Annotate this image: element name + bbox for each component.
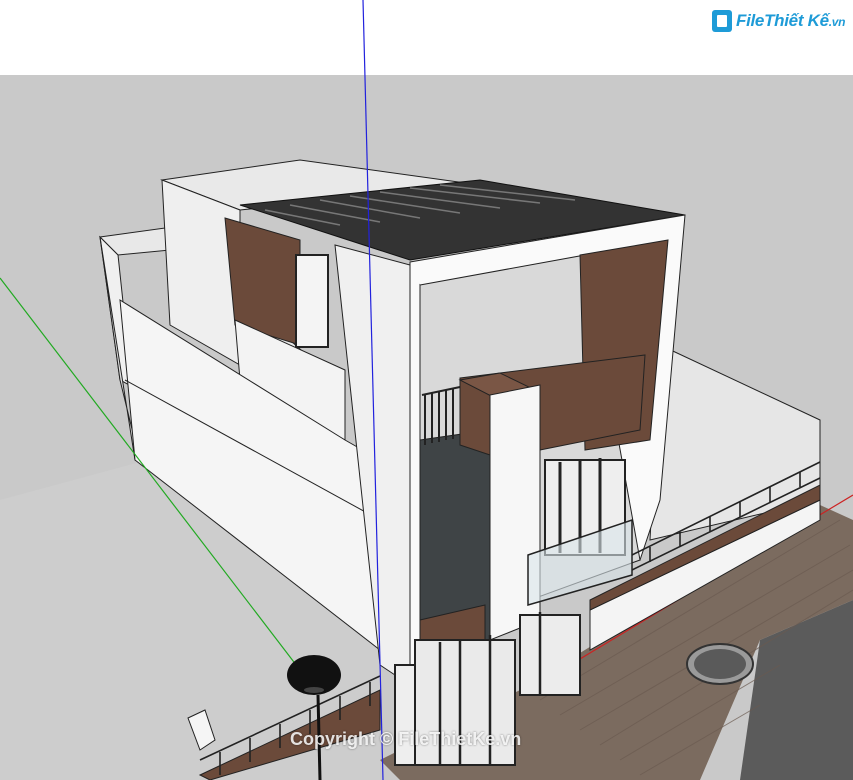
logo-suffix: .vn (828, 15, 846, 29)
house-back-window (295, 254, 329, 348)
logo-brand: File (736, 11, 765, 30)
logo-text: FileThiết Kế.vn (736, 11, 846, 31)
logo-name: Thiết Kế (764, 11, 829, 30)
ground-floor-window-right (519, 614, 581, 696)
logo-icon (712, 10, 732, 32)
copyright-watermark: Copyright © FileThietKe.vn (290, 729, 522, 749)
manhole-icon (686, 643, 754, 685)
sketchup-3d-viewport[interactable] (0, 0, 853, 780)
logo: FileThiết Kế.vn (712, 10, 846, 32)
ground-floor-door-left (394, 664, 416, 766)
